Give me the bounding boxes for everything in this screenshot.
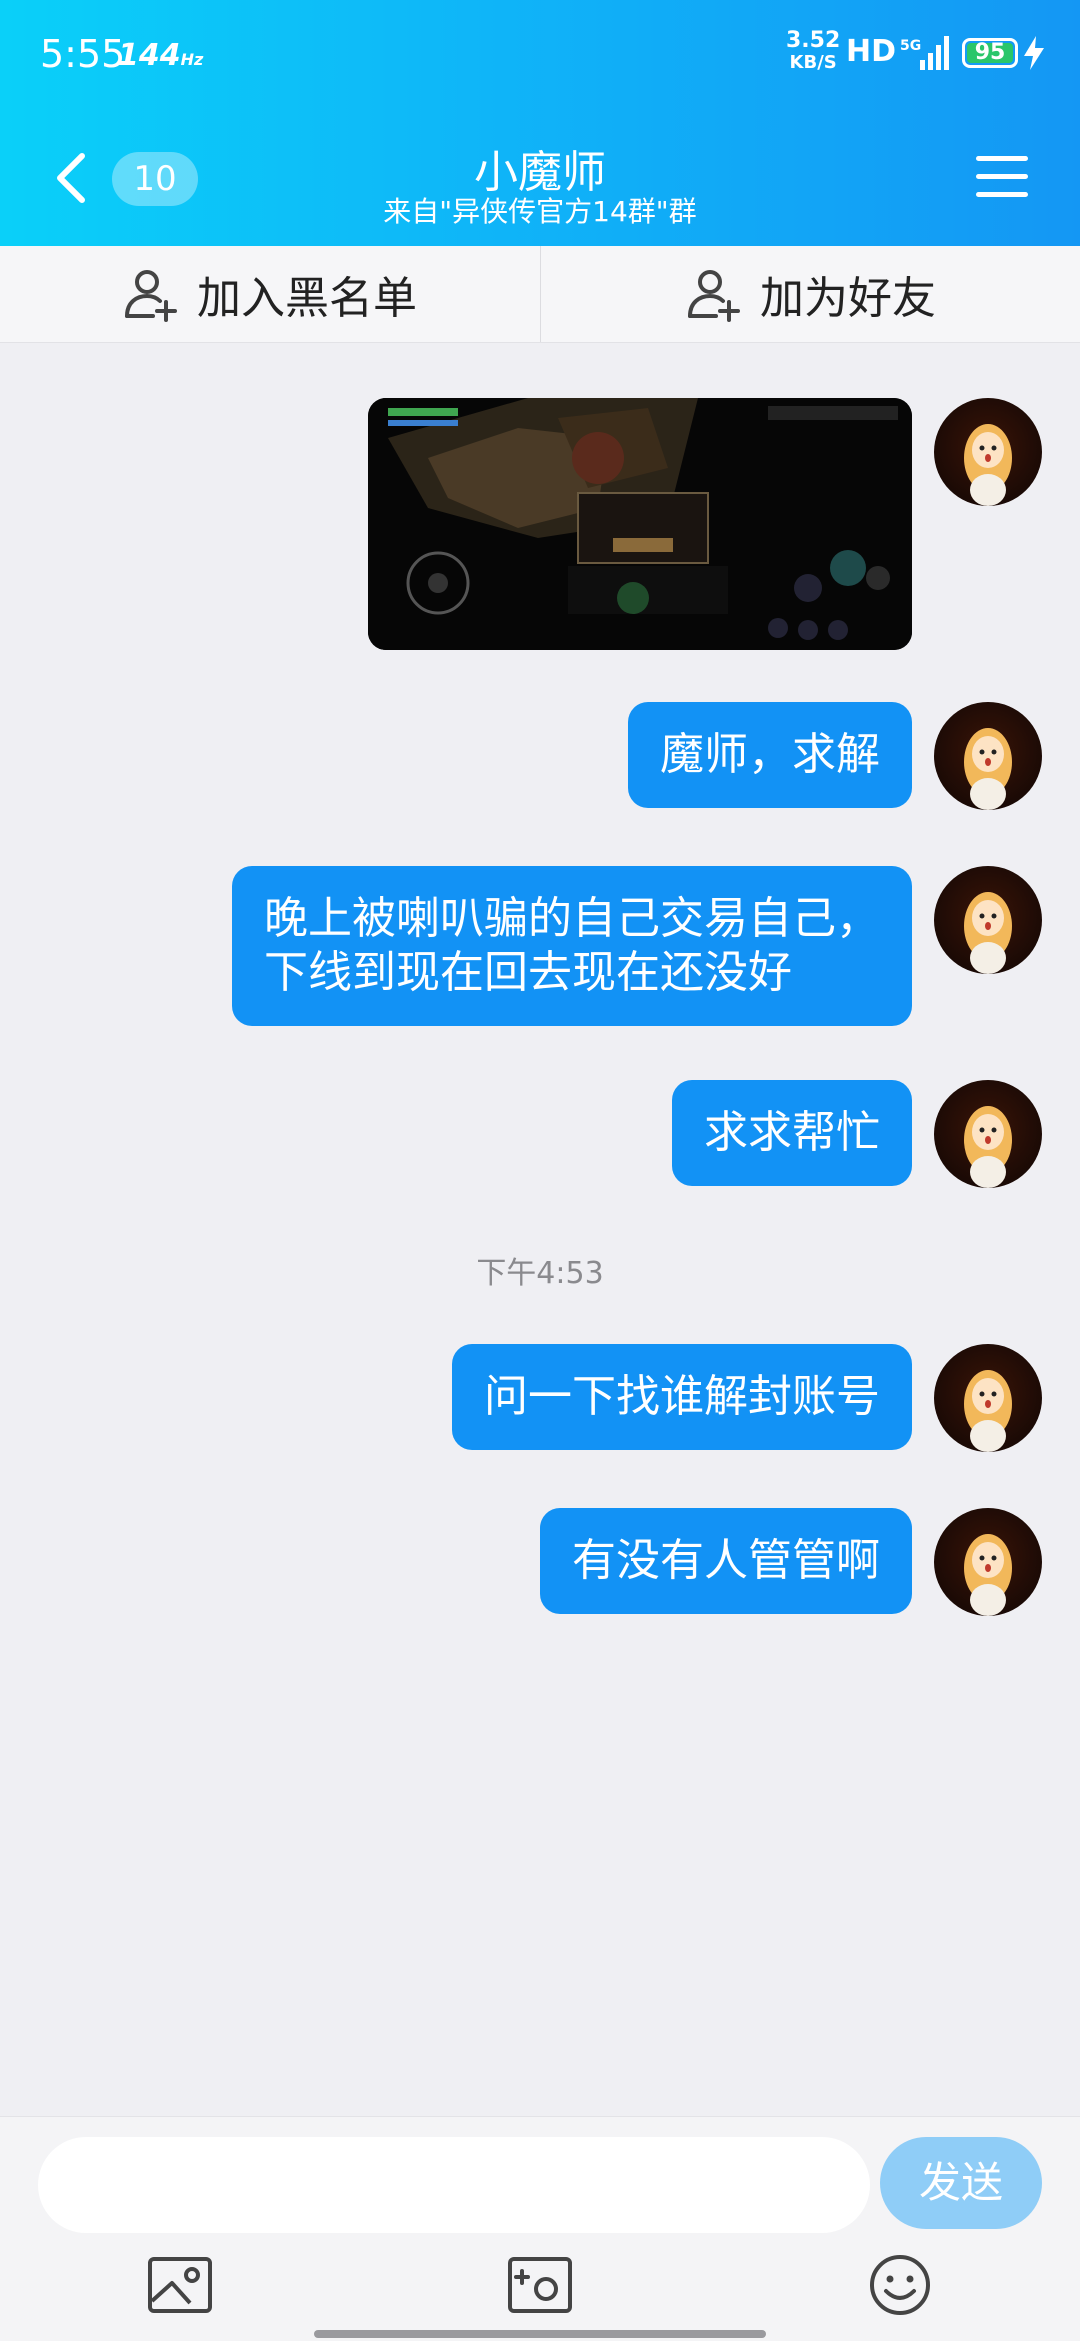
charging-icon	[1024, 36, 1044, 70]
game-screenshot-thumbnail	[368, 398, 912, 650]
avatar[interactable]	[934, 1080, 1042, 1188]
add-user-icon	[688, 270, 740, 322]
add-friend-button[interactable]: 加为好友	[540, 246, 1080, 342]
network-type: 5G	[900, 38, 921, 54]
hamburger-icon[interactable]	[976, 156, 1028, 200]
avatar[interactable]	[934, 702, 1042, 810]
avatar[interactable]	[934, 1344, 1042, 1452]
signal-5g-icon: 5G	[900, 36, 949, 70]
refresh-rate-value: 144	[118, 38, 181, 73]
message-input[interactable]	[38, 2137, 870, 2233]
net-speed-value: 3.52	[786, 28, 841, 53]
block-user-button[interactable]: 加入黑名单	[0, 246, 540, 342]
hd-indicator: HD	[846, 34, 897, 69]
block-user-label: 加入黑名单	[197, 273, 417, 324]
battery-level: 95	[974, 40, 1006, 65]
chat-subtitle: 来自"异侠传官方14群"群	[383, 195, 697, 228]
image-message[interactable]	[368, 398, 912, 650]
add-user-icon	[125, 270, 177, 322]
refresh-rate-unit: Hz	[180, 50, 204, 69]
input-bar: 发送	[0, 2116, 1080, 2341]
net-speed-unit: KB/S	[789, 52, 837, 73]
message-bubble[interactable]: 问一下找谁解封账号	[452, 1344, 912, 1450]
battery-icon: 95	[962, 38, 1018, 68]
net-speed: 3.52 KB/S	[786, 30, 840, 74]
message-bubble[interactable]: 求求帮忙	[672, 1080, 912, 1186]
status-bar: 5:55 144Hz 3.52 KB/S HD 5G 95	[0, 0, 1080, 110]
image-icon[interactable]	[146, 2253, 214, 2317]
message-bubble[interactable]: 有没有人管管啊	[540, 1508, 912, 1614]
message-timestamp: 下午4:53	[476, 1256, 604, 1291]
avatar[interactable]	[934, 398, 1042, 506]
status-time: 5:55	[40, 32, 126, 76]
send-button[interactable]: 发送	[880, 2137, 1042, 2229]
avatar[interactable]	[934, 1508, 1042, 1616]
home-indicator[interactable]	[314, 2330, 766, 2338]
message-bubble[interactable]: 晚上被喇叭骗的自己交易自己， 下线到现在回去现在还没好	[232, 866, 912, 1026]
emoji-icon[interactable]	[866, 2253, 934, 2317]
camera-icon[interactable]	[506, 2253, 574, 2317]
add-friend-label: 加为好友	[760, 273, 936, 324]
action-bar: 加入黑名单 加为好友	[0, 246, 1080, 343]
avatar[interactable]	[934, 866, 1042, 974]
message-bubble[interactable]: 魔师，求解	[628, 702, 912, 808]
refresh-rate: 144Hz	[118, 38, 203, 73]
chat-header: 5:55 144Hz 3.52 KB/S HD 5G 95 10 小魔师 来自"…	[0, 0, 1080, 246]
